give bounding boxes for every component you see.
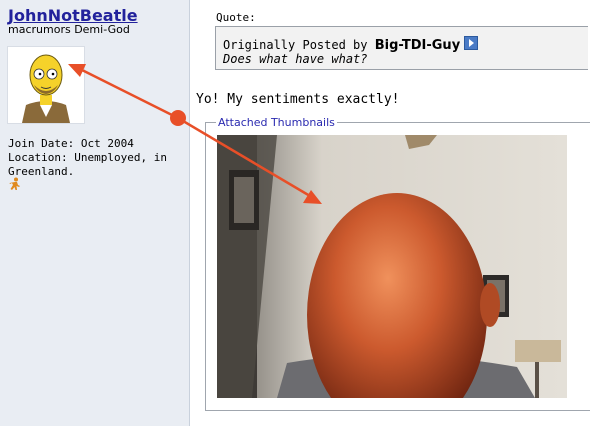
attachment-thumbnail[interactable]	[217, 135, 567, 398]
attachments-legend: Attached Thumbnails	[216, 116, 337, 129]
join-date: Join Date: Oct 2004	[8, 137, 134, 150]
avatar-image	[22, 54, 70, 123]
quote-label: Quote:	[216, 11, 256, 24]
quote-box: Originally Posted by Big-TDI-Guy Does wh…	[215, 26, 588, 70]
quote-text: Does what have what?	[223, 52, 368, 66]
user-location: Location: Unemployed, in Greenland.	[8, 151, 167, 178]
user-sidebar: JohnNotBeatle macrumors Demi-God Join Da…	[0, 0, 190, 426]
avatar[interactable]	[7, 46, 85, 124]
user-title: macrumors Demi-God	[8, 23, 130, 36]
quote-attribution: Originally Posted by Big-TDI-Guy	[223, 36, 479, 53]
attached-thumbnails: Attached Thumbnails	[205, 116, 590, 411]
quote-author: Big-TDI-Guy	[374, 38, 461, 53]
thumbnail-image	[217, 135, 567, 398]
post-body: Quote: Originally Posted by Big-TDI-Guy …	[190, 0, 590, 426]
quote-prefix: Originally Posted by	[223, 38, 375, 52]
view-post-icon[interactable]	[464, 36, 479, 50]
post-message: Yo! My sentiments exactly!	[196, 92, 400, 107]
person-icon	[9, 177, 20, 190]
